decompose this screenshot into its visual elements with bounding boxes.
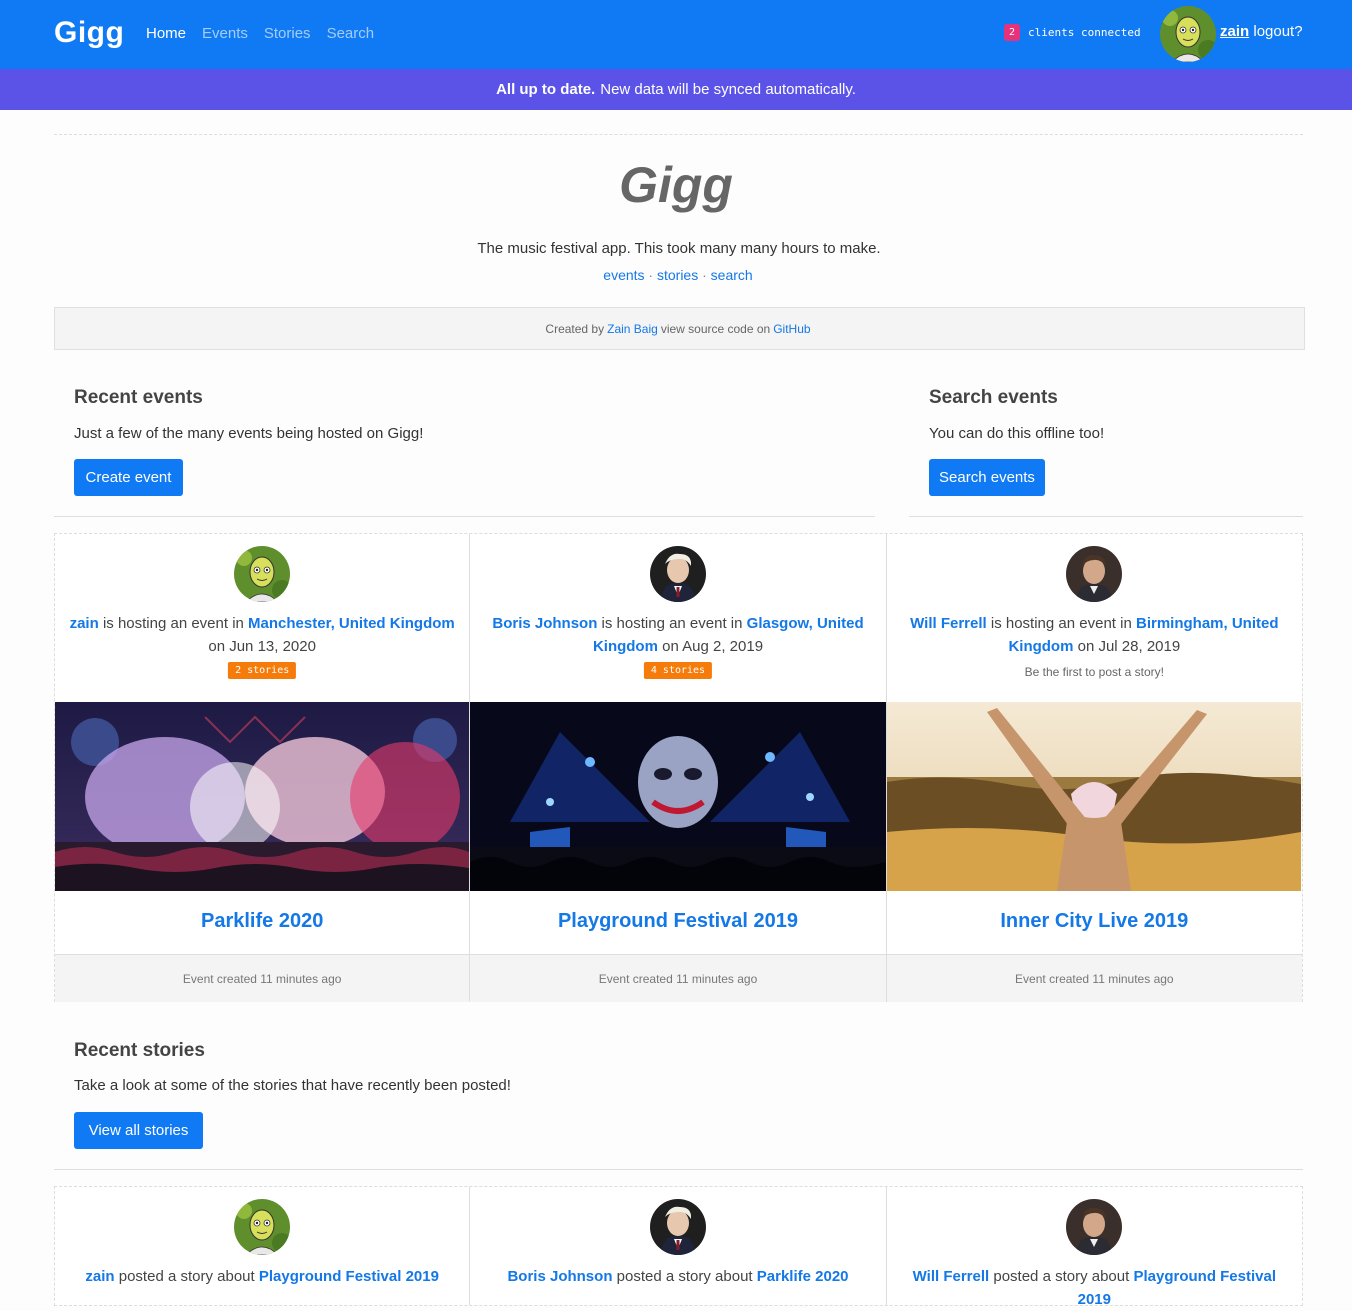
event-cards: zain is hosting an event in Manchester, …: [54, 533, 1303, 1002]
user-avatar[interactable]: [1160, 6, 1216, 62]
host-avatar[interactable]: [234, 546, 291, 602]
host-link[interactable]: Boris Johnson: [492, 615, 597, 632]
nav-links: Home Events Stories Search: [146, 25, 374, 42]
author-avatar[interactable]: [649, 1199, 706, 1255]
event-title[interactable]: Inner City Live 2019: [887, 910, 1302, 933]
story-meta: Boris Johnson posted a story about Parkl…: [480, 1265, 875, 1288]
story-card: Boris Johnson posted a story about Parkl…: [470, 1187, 887, 1305]
event-meta: Boris Johnson is hosting an event in Gla…: [480, 612, 875, 658]
stories-count-badge[interactable]: 2 stories: [228, 662, 297, 679]
story-meta: zain posted a story about Playground Fes…: [65, 1265, 459, 1288]
event-card: Boris Johnson is hosting an event in Gla…: [470, 534, 887, 1002]
event-created-footer: Event created 11 minutes ago: [470, 954, 886, 1002]
sync-banner: All up to date. New data will be synced …: [0, 69, 1352, 110]
event-meta-on: on: [208, 638, 226, 655]
event-meta-on: on: [662, 638, 679, 655]
location-link[interactable]: Manchester, United Kingdom: [248, 615, 455, 632]
event-title[interactable]: Playground Festival 2019: [470, 910, 885, 933]
divider: [54, 516, 875, 517]
create-event-button[interactable]: Create event: [74, 459, 183, 496]
search-events-button[interactable]: Search events: [929, 459, 1045, 496]
divider: [54, 134, 1303, 135]
logout-link[interactable]: logout?: [1253, 23, 1302, 40]
event-created-footer: Event created 11 minutes ago: [886, 954, 1302, 1002]
clients-connected: 2 clients connected: [1004, 24, 1141, 41]
author-avatar[interactable]: [234, 1199, 291, 1255]
story-cards: zain posted a story about Playground Fes…: [54, 1186, 1303, 1308]
hero-link-stories[interactable]: stories: [657, 267, 698, 283]
story-meta-text: posted a story about: [118, 1268, 255, 1285]
event-meta-text: is hosting an event in: [102, 615, 244, 632]
story-meta-text: posted a story about: [993, 1268, 1130, 1285]
story-meta-text: posted a story about: [616, 1268, 753, 1285]
recent-events-desc: Just a few of the many events being host…: [74, 425, 424, 442]
host-avatar[interactable]: [1066, 546, 1123, 602]
nav-search[interactable]: Search: [327, 25, 375, 42]
nav-home[interactable]: Home: [146, 25, 186, 42]
host-link[interactable]: zain: [70, 615, 99, 632]
nav-stories[interactable]: Stories: [264, 25, 311, 42]
recent-events-title: Recent events: [74, 387, 203, 408]
event-date: Aug 2, 2019: [682, 638, 764, 655]
hero-links: events · stories · search: [0, 267, 1352, 283]
hero-link-events[interactable]: events: [603, 267, 644, 283]
event-created-footer: Event created 11 minutes ago: [55, 954, 470, 1002]
hero-title: Gigg: [619, 157, 733, 213]
search-events-title: Search events: [929, 387, 1058, 408]
hero-link-search[interactable]: search: [711, 267, 753, 283]
story-meta: Will Ferrell posted a story about Playgr…: [897, 1265, 1292, 1311]
credits-middle: view source code on: [660, 321, 771, 336]
first-story-prompt: Be the first to post a story!: [1024, 665, 1165, 679]
username-link[interactable]: zain: [1220, 23, 1249, 40]
divider: [54, 1169, 1303, 1170]
author-link[interactable]: Will Ferrell: [913, 1268, 990, 1285]
story-event-link[interactable]: Playground Festival 2019: [259, 1268, 439, 1285]
event-card: Will Ferrell is hosting an event in Birm…: [886, 534, 1302, 1002]
sync-status-text: New data will be synced automatically.: [600, 81, 856, 98]
event-meta-text: is hosting an event in: [990, 615, 1132, 632]
divider: [909, 516, 1303, 517]
hero-subtitle: The music festival app. This took many m…: [477, 240, 881, 257]
author-link[interactable]: zain: [85, 1268, 114, 1285]
view-all-stories-button[interactable]: View all stories: [74, 1112, 203, 1149]
search-events-desc: You can do this offline too!: [929, 425, 1105, 442]
event-photo[interactable]: [470, 702, 886, 891]
credits-prefix: Created by: [545, 321, 605, 336]
host-avatar[interactable]: [649, 546, 706, 602]
author-link[interactable]: Zain Baig: [607, 322, 658, 336]
clients-label: clients connected: [1028, 26, 1141, 39]
navbar: Gigg Home Events Stories Search 2 client…: [0, 0, 1352, 69]
event-date: Jun 13, 2020: [229, 638, 316, 655]
author-avatar[interactable]: [1066, 1199, 1123, 1255]
stories-count-badge[interactable]: 4 stories: [643, 662, 713, 679]
event-photo[interactable]: [55, 702, 469, 891]
story-card: Will Ferrell posted a story about Playgr…: [886, 1187, 1302, 1308]
event-title[interactable]: Parklife 2020: [55, 910, 469, 933]
event-photo[interactable]: [886, 702, 1302, 891]
nav-user: zain logout?: [1220, 23, 1303, 40]
event-date: Jul 28, 2019: [1098, 638, 1181, 655]
event-meta: Will Ferrell is hosting an event in Birm…: [897, 612, 1292, 658]
github-link[interactable]: GitHub: [773, 322, 810, 336]
story-card: zain posted a story about Playground Fes…: [55, 1187, 471, 1305]
event-meta-text: is hosting an event in: [601, 615, 743, 632]
nav-events[interactable]: Events: [202, 25, 248, 42]
recent-stories-title: Recent stories: [74, 1040, 205, 1061]
event-meta: zain is hosting an event in Manchester, …: [65, 612, 459, 658]
recent-stories-desc: Take a look at some of the stories that …: [74, 1077, 511, 1094]
credits-bar: Created by Zain Baig view source code on…: [54, 307, 1305, 350]
separator: ·: [702, 267, 707, 283]
sync-status-strong: All up to date.: [496, 81, 596, 98]
clients-count-badge: 2: [1004, 24, 1020, 41]
separator: ·: [648, 267, 654, 283]
event-card: zain is hosting an event in Manchester, …: [55, 534, 471, 1002]
author-link[interactable]: Boris Johnson: [507, 1268, 612, 1285]
host-link[interactable]: Will Ferrell: [910, 615, 987, 632]
event-meta-on: on: [1077, 638, 1095, 655]
story-event-link[interactable]: Parklife 2020: [757, 1268, 849, 1285]
brand-logo[interactable]: Gigg: [54, 16, 124, 50]
